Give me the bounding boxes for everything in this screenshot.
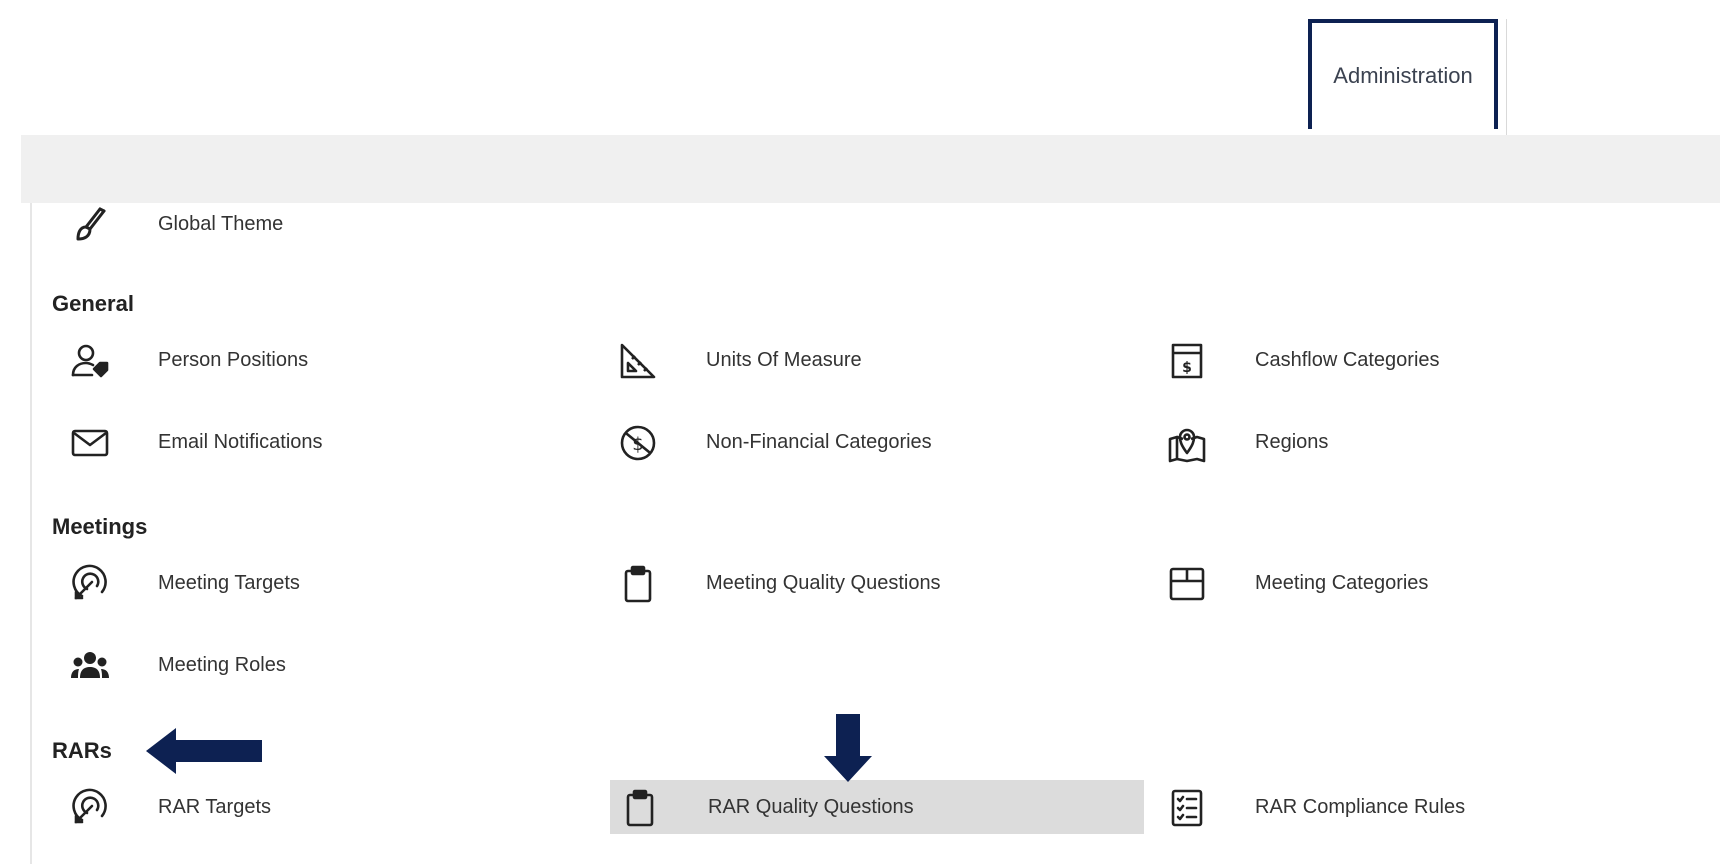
tab-administration-label: Administration	[1333, 63, 1473, 88]
clipboard-icon	[620, 788, 660, 828]
menu-item-non-financial-categories[interactable]: $ Non-Financial Categories	[600, 415, 1100, 469]
menu-item-person-positions[interactable]: Person Positions	[52, 333, 552, 387]
menu-item-global-theme[interactable]: Global Theme	[52, 197, 552, 251]
menu-item-email-notifications[interactable]: Email Notifications	[52, 415, 552, 469]
menu-item-meeting-roles[interactable]: Meeting Roles	[52, 638, 552, 692]
map-pin-icon	[1167, 423, 1207, 463]
target-arrow-icon	[70, 788, 110, 828]
tab-divider	[1506, 19, 1507, 135]
svg-text:$: $	[632, 434, 643, 455]
money-box-icon: $	[1167, 341, 1207, 381]
clipboard-icon	[618, 564, 658, 604]
box-icon	[1167, 564, 1207, 604]
target-arrow-icon	[70, 564, 110, 604]
menu-item-regions[interactable]: Regions	[1149, 415, 1649, 469]
no-dollar-icon: $	[618, 423, 658, 463]
menu-item-meeting-targets[interactable]: Meeting Targets	[52, 556, 552, 610]
menu-item-cashflow-categories[interactable]: $ Cashflow Categories	[1149, 333, 1649, 387]
paintbrush-icon	[70, 205, 110, 245]
toolbar-band	[21, 135, 1720, 203]
section-title-meetings: Meetings	[52, 514, 148, 539]
svg-text:$: $	[1182, 360, 1192, 376]
envelope-icon	[70, 423, 110, 463]
set-square-icon	[618, 341, 658, 381]
menu-item-rar-quality-questions[interactable]: RAR Quality Questions	[610, 780, 1144, 834]
left-arrow-icon	[146, 728, 262, 774]
down-arrow-icon	[824, 714, 872, 782]
tab-administration[interactable]: Administration	[1308, 19, 1498, 129]
menu-item-units-of-measure[interactable]: Units Of Measure	[600, 333, 1100, 387]
admin-menu-panel: Global Theme General Person Positions Un…	[30, 203, 1722, 864]
section-title-rars: RARs	[52, 738, 112, 763]
menu-item-rar-compliance-rules[interactable]: RAR Compliance Rules	[1149, 780, 1649, 834]
users-icon	[70, 646, 110, 686]
checklist-icon	[1167, 788, 1207, 828]
menu-item-meeting-categories[interactable]: Meeting Categories	[1149, 556, 1649, 610]
section-title-general: General	[52, 291, 134, 316]
menu-item-rar-targets[interactable]: RAR Targets	[52, 780, 552, 834]
menu-item-meeting-quality-questions[interactable]: Meeting Quality Questions	[600, 556, 1100, 610]
person-tag-icon	[70, 341, 110, 381]
